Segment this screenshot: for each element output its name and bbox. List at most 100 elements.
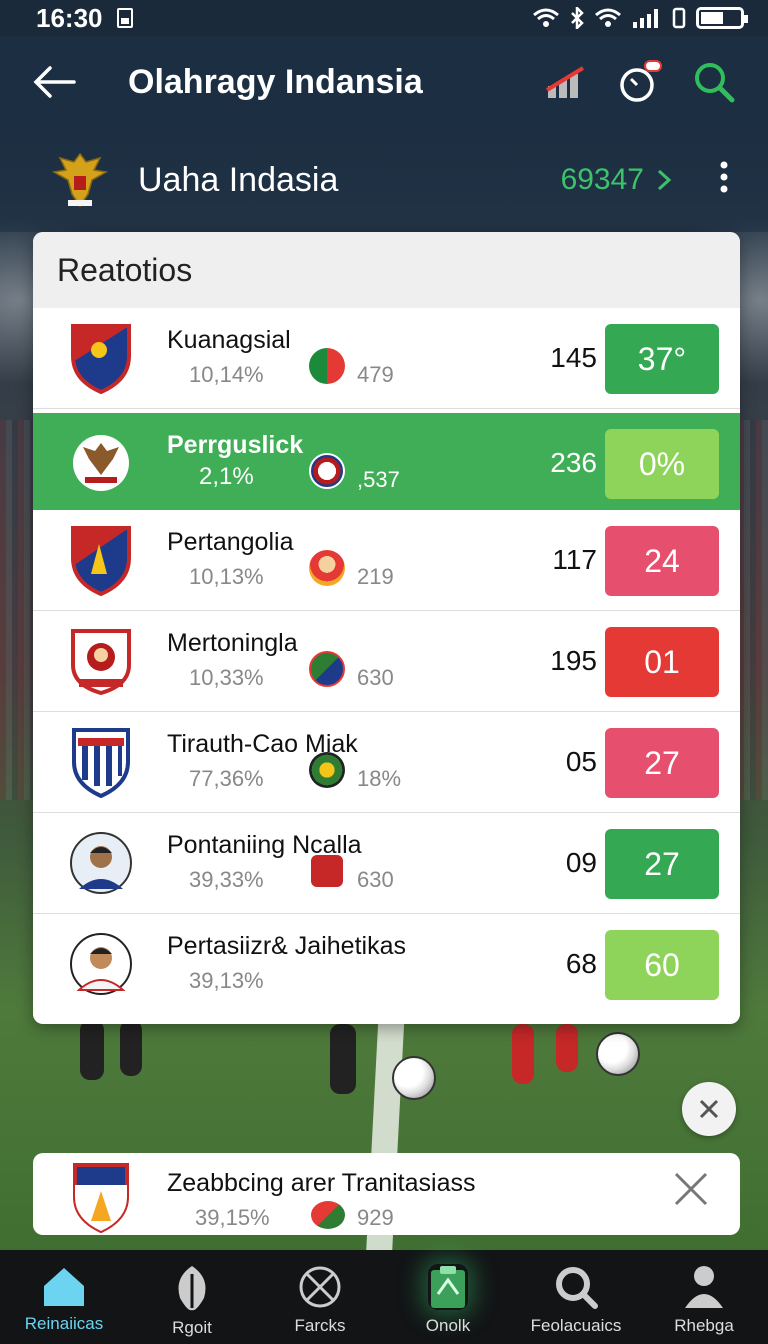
score-badge: 0%: [605, 429, 719, 499]
leaf-icon: [178, 1266, 206, 1311]
team-row-selected[interactable]: Perrguslick 2,1% ,537 236 0%: [33, 413, 740, 510]
back-button[interactable]: [28, 56, 80, 108]
search-button[interactable]: [688, 56, 740, 108]
nav-feolacuaics[interactable]: Feolacuaics: [512, 1250, 640, 1344]
team-row[interactable]: Pontaniing Ncalla 39,33% 630 09 27: [33, 813, 740, 914]
battery-icon: [696, 7, 748, 29]
team-percentage: 10,33%: [189, 665, 264, 690]
signal-icon: [633, 9, 658, 28]
team-percentage: 39,15%: [195, 1205, 270, 1230]
nav-label: Feolacuaics: [530, 1316, 622, 1335]
mini-badge-icon: [309, 453, 345, 489]
nav-farcks[interactable]: Farcks: [256, 1250, 384, 1344]
team-crest-icon: [67, 625, 135, 697]
wifi-icon: [595, 8, 621, 27]
ranking-card: Reatotios Kuanagsial 10,14% 479 145 37° …: [33, 232, 740, 1024]
mini-value: 18%: [357, 766, 402, 791]
person-icon: [685, 1266, 723, 1308]
team-row[interactable]: Pertasiizr& Jaihetikas 39,13% 68 60: [33, 914, 740, 1015]
nav-label: Rhebga: [674, 1316, 734, 1335]
stats-button[interactable]: [540, 56, 592, 108]
mini-badge-icon: [311, 1201, 345, 1229]
team-percentage: 77,36%: [189, 766, 264, 791]
team-percentage: 2,1%: [199, 463, 254, 490]
row-number: 236: [550, 447, 597, 478]
player-leg: [512, 1024, 534, 1084]
nav-home[interactable]: Reinaiicas: [0, 1250, 128, 1344]
team-name: Pertangolia: [167, 528, 294, 556]
row-number: 117: [552, 544, 597, 575]
more-options-button[interactable]: [718, 160, 730, 200]
team-percentage: 39,13%: [189, 968, 264, 993]
row-number: 05: [565, 746, 597, 777]
close-icon: [699, 1099, 719, 1119]
football: [392, 1056, 436, 1100]
player-leg: [330, 1024, 356, 1094]
home-icon: [44, 1268, 84, 1306]
nav-rgoit[interactable]: Rgoit: [128, 1250, 256, 1344]
close-icon: [674, 1172, 708, 1206]
score-badge: 01: [605, 627, 719, 697]
status-time: 16:30: [36, 2, 103, 33]
page-title: Olahragy Indansia: [128, 62, 423, 101]
stopwatch-icon: [620, 60, 662, 102]
clipboard-icon: [431, 1266, 465, 1308]
team-name: Perrguslick: [167, 431, 304, 459]
team-crest-icon: [67, 524, 135, 596]
player-leg: [120, 1020, 142, 1076]
mini-badge-icon: [309, 853, 345, 889]
mini-value: 630: [357, 665, 394, 690]
app-bar: Olahragy Indansia: [0, 36, 768, 128]
team-name: Mertoningla: [167, 629, 298, 657]
team-row[interactable]: Pertangolia 10,13% 219 117 24: [33, 510, 740, 611]
team-name: Zeabbcing arer Tranitasiass: [167, 1169, 476, 1197]
close-button[interactable]: [682, 1082, 736, 1136]
notification-card[interactable]: Zeabbcing arer Tranitasiass 39,15% 929: [33, 1153, 740, 1235]
bar-chart-icon: [545, 66, 585, 98]
score-badge: 27: [605, 829, 719, 899]
team-crest-icon: [67, 322, 135, 394]
team-percentage: 10,13%: [189, 564, 264, 589]
nav-label: Rgoit: [172, 1318, 212, 1337]
mini-value: 479: [357, 362, 394, 387]
mini-badge-icon: [309, 752, 345, 788]
team-name: Kuanagsial: [167, 326, 291, 354]
player-avatar: [67, 928, 135, 1000]
mini-value: 630: [357, 867, 394, 892]
team-crest-icon: [71, 1161, 131, 1234]
score-badge: 37°: [605, 324, 719, 394]
nav-label: Onolk: [425, 1316, 471, 1335]
row-number: 145: [550, 342, 597, 373]
more-vertical-icon: [720, 161, 728, 193]
bluetooth-icon: [571, 7, 584, 29]
timer-button[interactable]: [614, 56, 666, 108]
vibrate-icon: [672, 7, 686, 29]
team-score: 69347: [560, 163, 644, 196]
search-icon: [556, 1267, 598, 1309]
nav-onolk[interactable]: Onolk: [384, 1250, 512, 1344]
score-badge: 60: [605, 930, 719, 1000]
mini-value: ,537: [357, 467, 400, 492]
score-badge: 27: [605, 728, 719, 798]
search-icon: [695, 63, 735, 103]
status-bar: 16:30: [0, 0, 768, 36]
team-crest-icon: [67, 726, 135, 798]
dismiss-button[interactable]: [673, 1171, 709, 1215]
mini-value: 929: [357, 1205, 394, 1230]
nav-rhebga[interactable]: Rhebga: [640, 1250, 768, 1344]
wifi-icon: [533, 8, 559, 27]
nav-label: Reinaiicas: [24, 1314, 104, 1333]
score-badge: 24: [605, 526, 719, 596]
football: [596, 1032, 640, 1076]
team-percentage: 39,33%: [189, 867, 264, 892]
team-row[interactable]: Kuanagsial 10,14% 479 145 37°: [33, 308, 740, 409]
team-row[interactable]: Mertoningla 10,33% 630 195 01: [33, 611, 740, 712]
team-percentage: 10,14%: [189, 362, 264, 387]
team-score-link[interactable]: 69347: [561, 163, 672, 197]
team-row[interactable]: Tirauth-Cao Miak 77,36% 18% 05 27: [33, 712, 740, 813]
mini-value: 219: [357, 564, 394, 589]
team-name: Uaha Indasia: [138, 160, 339, 199]
player-leg: [556, 1024, 578, 1072]
player-avatar-icon: [309, 550, 345, 586]
arrow-left-icon: [33, 66, 76, 98]
